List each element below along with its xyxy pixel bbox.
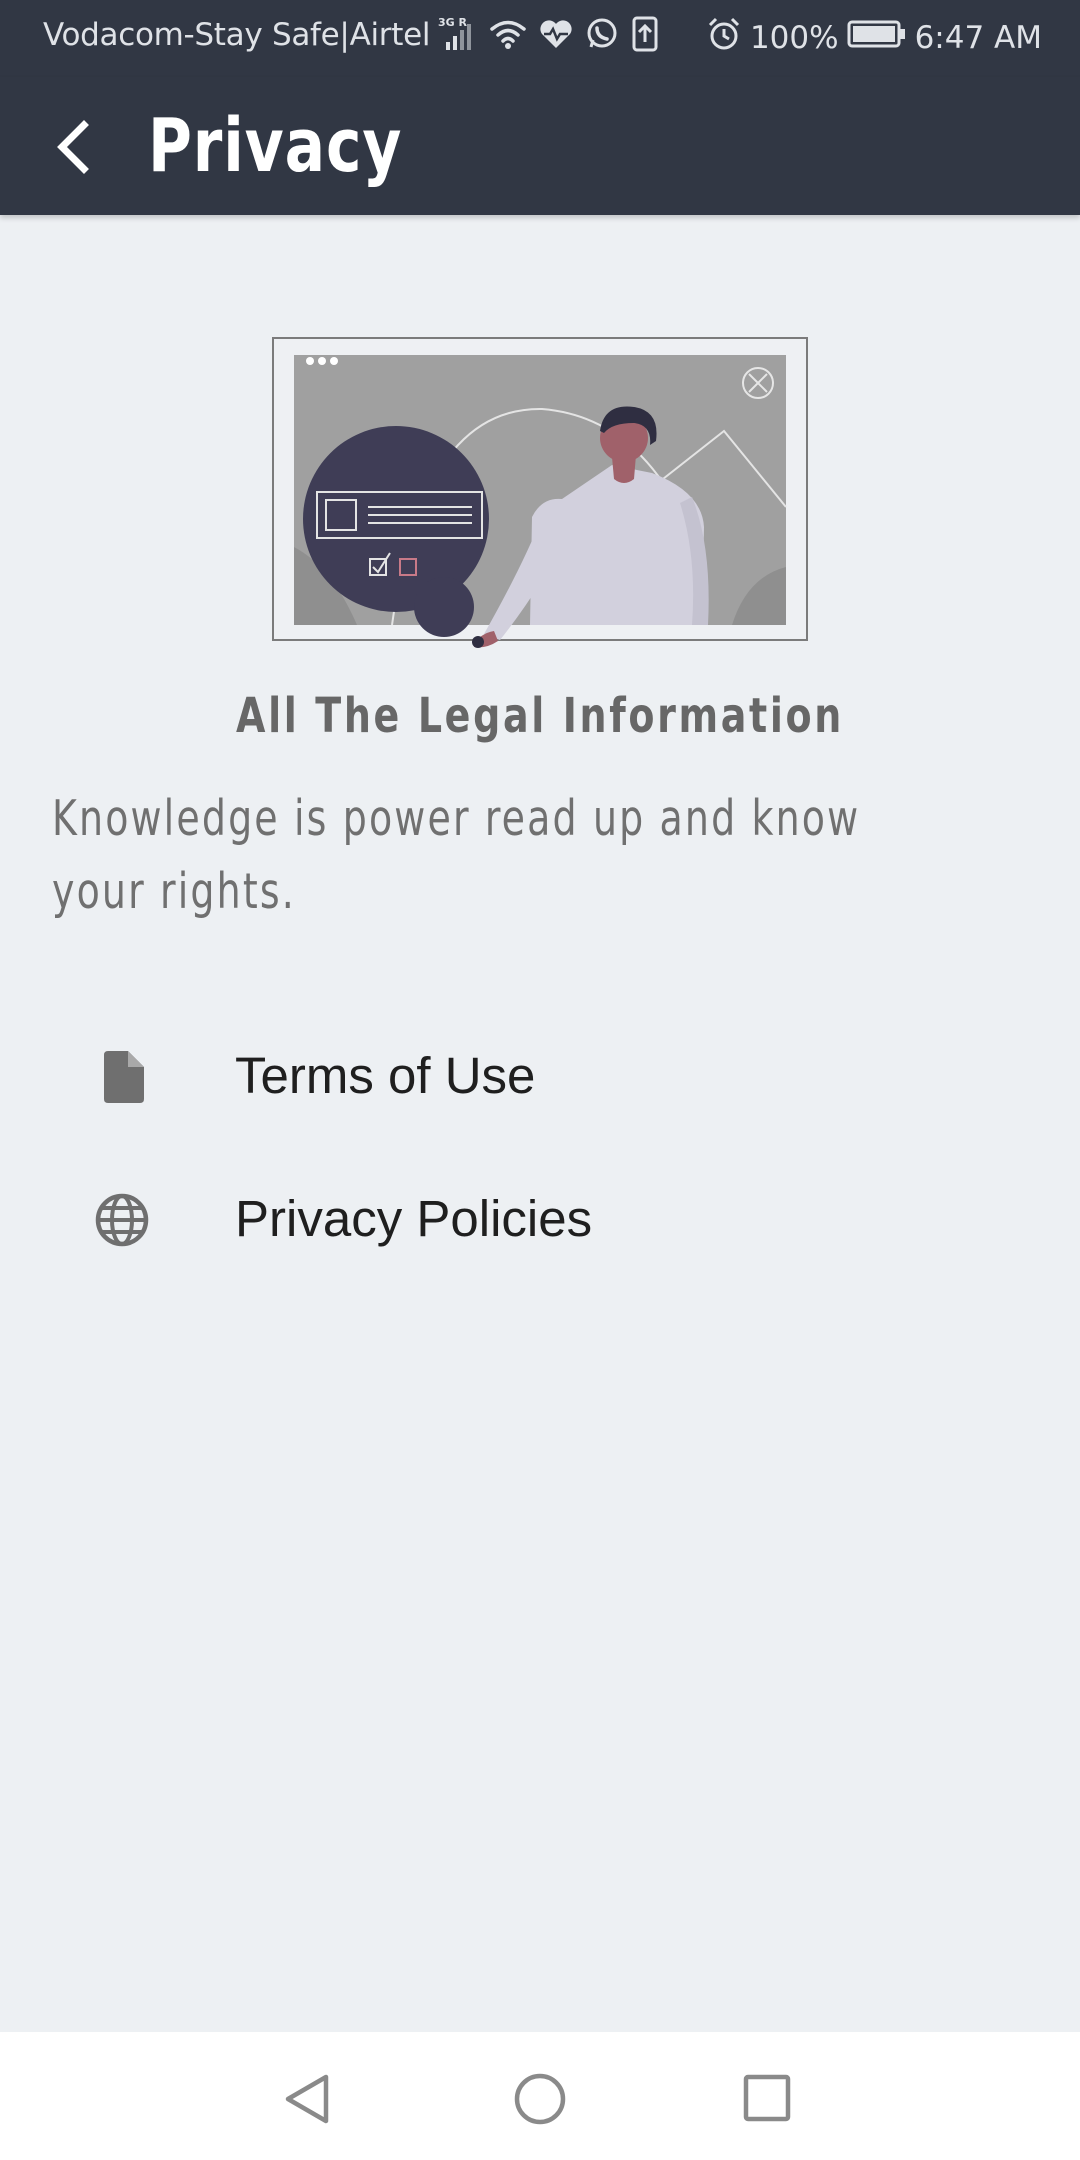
status-right: 100% 6:47 AM [706, 14, 1042, 62]
whatsapp-icon [584, 16, 620, 60]
back-triangle-icon [285, 2074, 329, 2124]
upload-icon [630, 16, 660, 60]
terms-of-use-item[interactable]: Terms of Use [0, 1012, 1080, 1142]
section-subtext: Knowledge is power read up and know your… [52, 790, 861, 920]
status-icons: 3G R [438, 14, 660, 62]
document-icon [92, 1047, 152, 1107]
back-button[interactable] [40, 107, 104, 187]
navigation-bar [0, 2032, 1080, 2160]
nav-home-button[interactable] [495, 2054, 585, 2144]
health-icon [538, 16, 574, 60]
clock-time: 6:47 AM [914, 20, 1042, 56]
home-circle-icon [514, 2073, 566, 2125]
privacy-policies-item[interactable]: Privacy Policies [0, 1155, 1080, 1285]
page-title: Privacy [148, 103, 403, 189]
hero-illustration [272, 337, 808, 661]
terms-of-use-label: Terms of Use [235, 1047, 536, 1104]
globe-icon [92, 1190, 152, 1250]
nav-recents-button[interactable] [723, 2054, 813, 2144]
alarm-icon [706, 16, 742, 60]
wifi-icon [488, 16, 528, 60]
app-bar: Privacy [0, 77, 1080, 215]
carrier-name: Vodacom-Stay Safe|Airtel [43, 17, 431, 53]
privacy-policies-label: Privacy Policies [235, 1190, 593, 1247]
battery-percent: 100% [749, 20, 839, 56]
signal-icon: 3G R [438, 16, 478, 60]
section-heading: All The Legal Information [236, 688, 844, 744]
nav-back-button[interactable] [263, 2054, 353, 2144]
status-bar: Vodacom-Stay Safe|Airtel 3G R 100% 6:47 … [0, 0, 1080, 77]
network-type-label: 3G R [438, 16, 468, 29]
battery-icon [847, 18, 907, 58]
back-arrow-icon [57, 120, 89, 174]
recents-square-icon [743, 2074, 791, 2122]
